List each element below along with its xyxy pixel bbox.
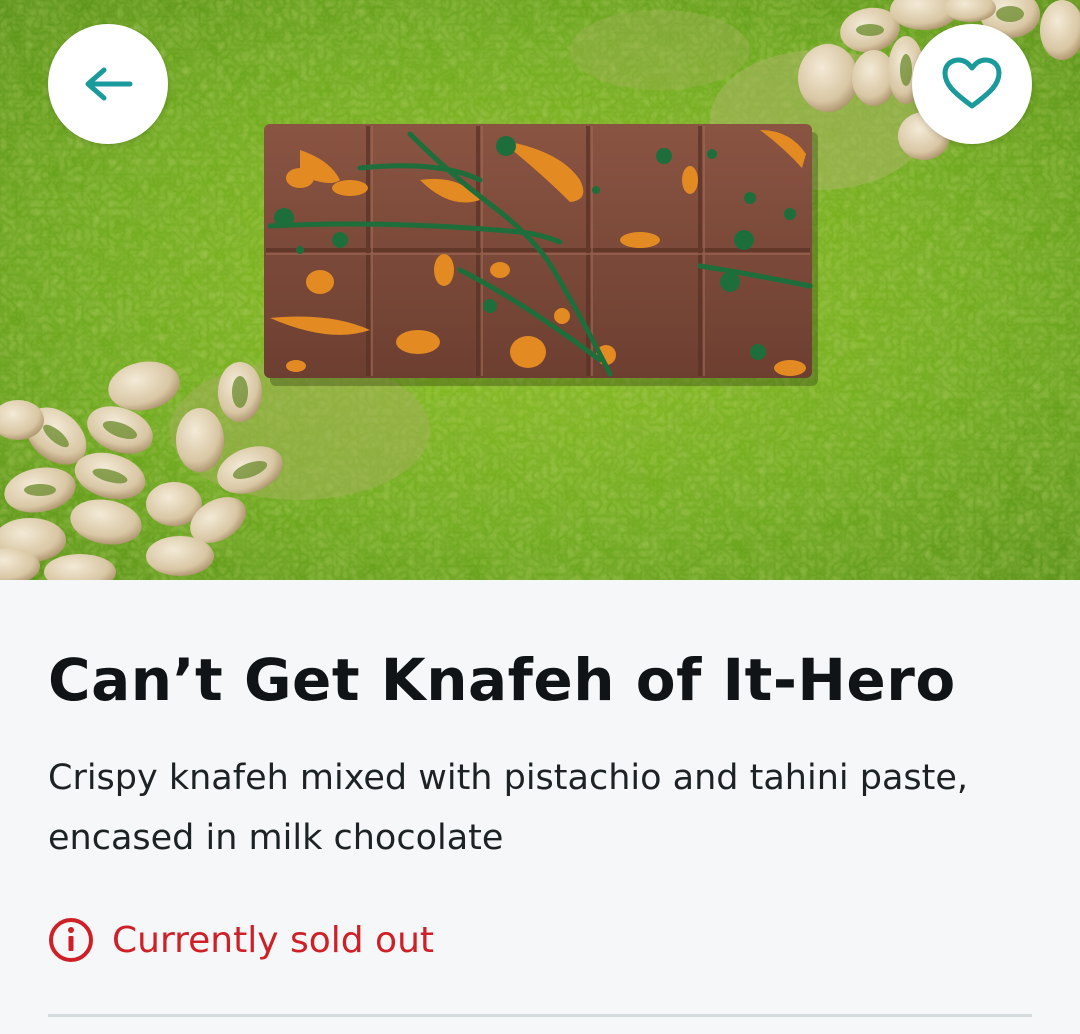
product-description: Crispy knafeh mixed with pistachio and t…	[48, 758, 969, 858]
favorite-button[interactable]	[912, 24, 1032, 144]
sold-out-text: Currently sold out	[112, 919, 434, 961]
product-detail-screen: Can’t Get Knafeh of It-Hero Crispy knafe…	[0, 0, 1080, 1034]
section-divider	[48, 1014, 1032, 1017]
arrow-left-icon	[85, 67, 133, 101]
product-title: Can’t Get Knafeh of It-Hero	[48, 646, 956, 714]
info-circle-icon	[48, 917, 94, 963]
product-photo	[0, 0, 1080, 580]
back-button[interactable]	[48, 24, 168, 144]
product-details: Can’t Get Knafeh of It-Hero Crispy knafe…	[0, 580, 1080, 1034]
availability-status: Currently sold out	[48, 910, 434, 970]
heart-outline-icon	[942, 57, 1002, 109]
